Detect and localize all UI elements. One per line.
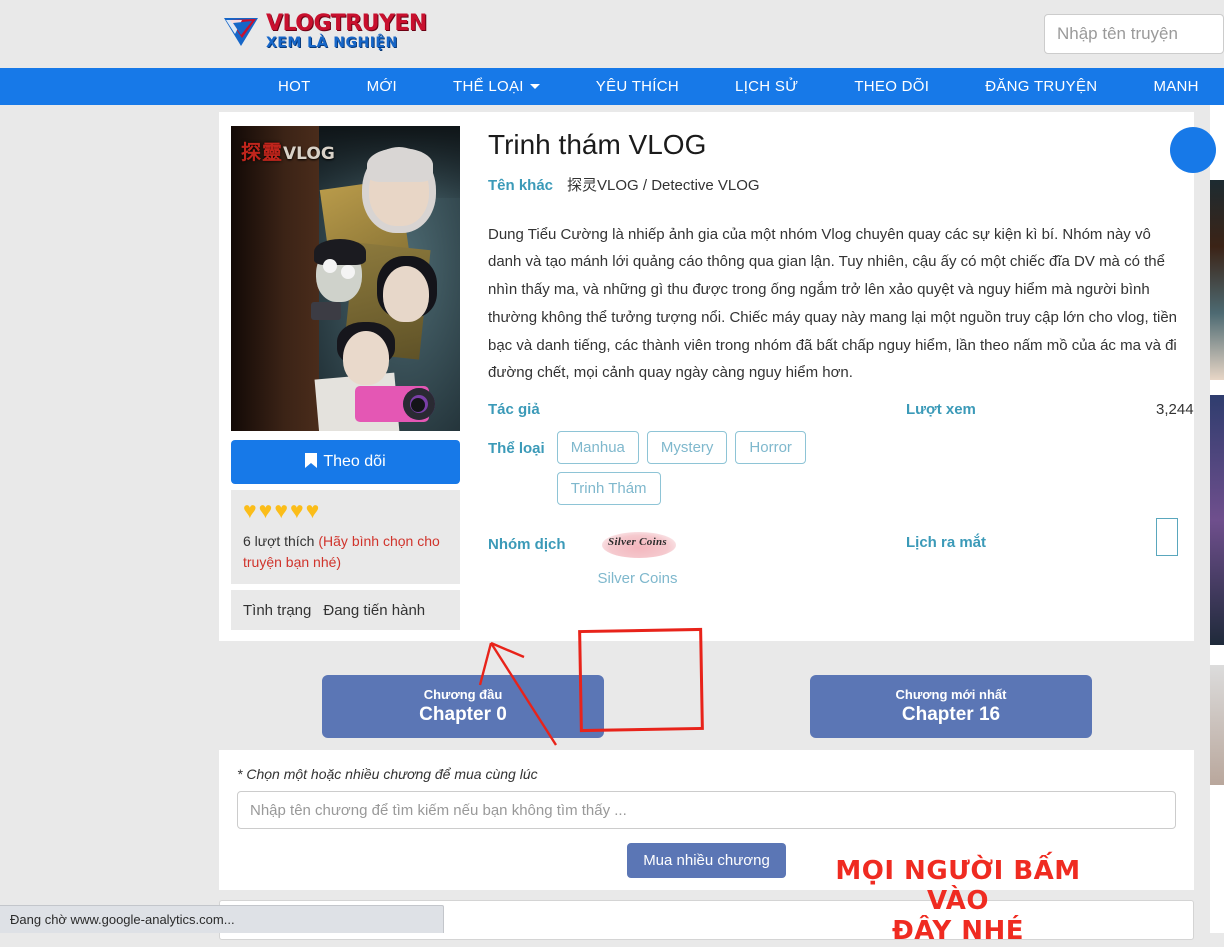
nav-item-yêu-thích[interactable]: YÊU THÍCH [568,78,707,95]
author-views-row: Tác giả Lượt xem 3,244 [488,401,1194,418]
cover-bg-door [231,126,319,431]
follow-button[interactable]: Theo dõi [231,440,460,484]
latest-chapter-button[interactable]: Chương mới nhất Chapter 16 [810,675,1092,738]
cover-figure-3-face [383,266,429,322]
bulk-purchase-note: * Chọn một hoặc nhiều chương để mua cùng… [237,766,1176,782]
translation-group-logo-icon: Silver Coins [588,522,688,566]
translation-group-name: Silver Coins [578,570,698,587]
cover-figure-2-eye-right [341,265,355,279]
site-header: VLOGTRUYEN XEM LÀ NGHIỆN [0,0,1224,68]
browser-status-bar: Đang chờ www.google-analytics.com... [0,905,444,933]
first-chapter-caption: Chương đầu [424,687,503,702]
bulk-purchase-card: * Chọn một hoặc nhiều chương để mua cùng… [219,750,1194,890]
translation-group[interactable]: Silver Coins Silver Coins [578,518,698,587]
author-label: Tác giả [488,401,540,418]
cover-title-text: 探靈VLOG [241,136,335,165]
likes-summary: 6 lượt thích (Hãy bình chọn cho truyện b… [243,531,448,573]
nav-item-label: ĐĂNG TRUYỆN [985,78,1097,95]
cover-figure-2-eye-left [323,259,337,273]
logo-tagline-text: XEM LÀ NGHIỆN [266,36,427,50]
group-label: Nhóm dịch [488,518,566,553]
chapter-shortcut-row: Chương đầu Chapter 0 Chương mới nhất Cha… [219,660,1194,745]
nav-item-đăng-truyện[interactable]: ĐĂNG TRUYỆN [957,78,1125,95]
nav-item-thể-loại[interactable]: THỂ LOẠI [425,78,568,95]
first-chapter-value: Chapter 0 [419,704,507,726]
views-value: 3,244 [1156,401,1194,418]
nav-item-hot[interactable]: HOT [250,78,339,95]
translation-group-logo-text: Silver Coins [588,536,688,548]
heart-rating-icons[interactable]: ♥♥♥♥♥ [243,499,448,522]
genre-chip-list: ManhuaMysteryHorror Trinh Thám [557,431,906,505]
status-panel: Tình trạng Đang tiến hành [231,590,460,630]
nav-item-label: HOT [278,78,311,95]
comic-details: Trinh thám VLOG Tên khác 探灵VLOG / Detect… [462,126,1194,630]
comic-info-card: 探靈VLOG Theo dõi ♥♥♥♥♥ 6 lượt thích (Hãy … [219,112,1194,641]
chapter-search-input[interactable] [237,791,1176,829]
follow-button-label: Theo dõi [323,453,385,471]
genres-row: Thể loại ManhuaMysteryHorror Trinh Thám [488,431,1194,505]
main-navigation: HOT MỚI THỂ LOẠI YÊU THÍCH LỊCH SỬ THEO DÕI ĐĂ… [0,68,1224,105]
schedule-value-box[interactable] [1156,518,1178,556]
cover-image[interactable]: 探靈VLOG [231,126,460,431]
nav-item-manh[interactable]: MANH [1125,78,1224,95]
alt-titles-row: Tên khác 探灵VLOG / Detective VLOG [488,174,1194,195]
nav-item-label: LỊCH SỬ [735,78,798,95]
nav-item-label: THỂ LOẠI [453,78,524,95]
schedule-label: Lịch ra mắt [906,524,1156,551]
page-content: 探靈VLOG Theo dõi ♥♥♥♥♥ 6 lượt thích (Hãy … [0,105,1210,933]
status-value: Đang tiến hành [323,602,425,619]
cover-binoculars [311,302,341,320]
genre-chip[interactable]: Manhua [557,431,639,464]
group-schedule-row: Nhóm dịch Silver Coins Silver Coins Lịch… [488,518,1194,587]
cover-figure-2-hair [314,239,366,265]
latest-chapter-value: Chapter 16 [902,704,1000,726]
alt-titles-label: Tên khác [488,177,553,194]
site-logo[interactable]: VLOGTRUYEN XEM LÀ NGHIỆN [222,12,427,50]
cover-figure-1-hair [367,148,433,182]
latest-chapter-caption: Chương mới nhất [896,687,1007,702]
likes-count-text: 6 lượt thích [243,533,314,549]
logo-primary-text: VLOGTRUYEN [266,13,427,35]
cover-title-cn: 探靈 [241,140,283,164]
browser-status-text: Đang chờ www.google-analytics.com... [10,912,235,927]
bookmark-icon [305,453,317,471]
cover-figure-4-face [343,331,389,385]
first-chapter-button[interactable]: Chương đầu Chapter 0 [322,675,604,738]
views-label: Lượt xem [906,401,1156,418]
logo-mark-icon [222,12,260,50]
genre-label: Thể loại [488,431,545,457]
likes-panel: ♥♥♥♥♥ 6 lượt thích (Hãy bình chọn cho tr… [231,490,460,584]
nav-item-mới[interactable]: MỚI [339,78,425,95]
comic-description: Dung Tiểu Cường là nhiếp ảnh gia của một… [488,221,1188,388]
nav-item-label: MANH [1153,78,1198,95]
cover-title-en: VLOG [283,144,335,164]
nav-item-label: MỚI [367,78,397,95]
status-label: Tình trạng [243,602,311,619]
genre-chip[interactable]: Mystery [647,431,728,464]
nav-item-theo-dõi[interactable]: THEO DÕI [826,78,957,95]
nav-item-label: THEO DÕI [854,78,929,95]
nav-item-label: YÊU THÍCH [596,78,679,95]
alt-titles-value: 探灵VLOG / Detective VLOG [567,174,760,195]
comic-sidebar: 探靈VLOG Theo dõi ♥♥♥♥♥ 6 lượt thích (Hãy … [231,126,462,630]
genre-chip[interactable]: Trinh Thám [557,472,661,505]
right-edge-content-sliver [1210,105,1224,933]
genre-chip[interactable]: Horror [735,431,806,464]
chevron-down-icon [530,84,540,89]
search-input[interactable] [1044,14,1224,54]
cover-camera [355,386,429,422]
buy-multiple-chapters-button[interactable]: Mua nhiều chương [627,843,786,878]
page-title: Trinh thám VLOG [488,128,1194,162]
chat-widget-icon[interactable] [1170,127,1216,173]
nav-item-lịch-sử[interactable]: LỊCH SỬ [707,78,826,95]
